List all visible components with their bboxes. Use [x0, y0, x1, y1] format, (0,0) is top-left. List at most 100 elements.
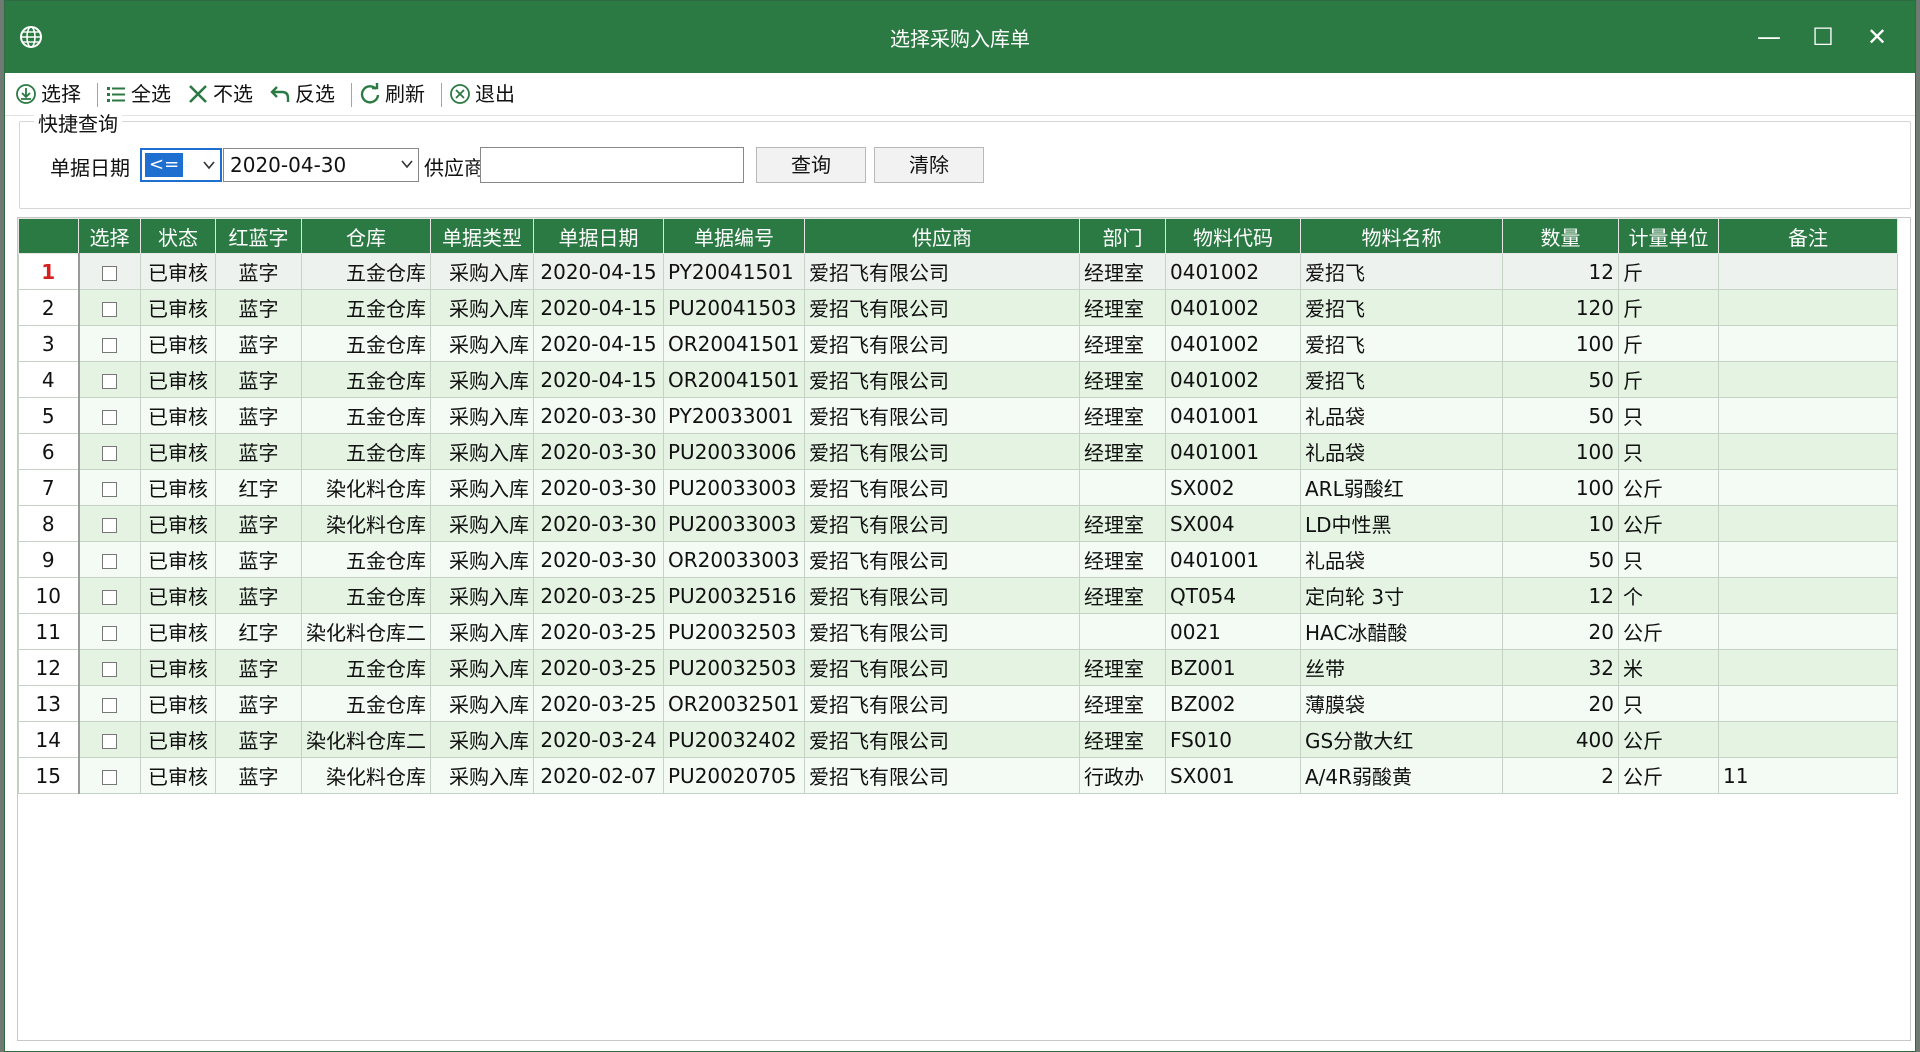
cell-supplier[interactable]: 爱招飞有限公司 — [804, 577, 1080, 614]
cell-qty[interactable]: 12 — [1502, 577, 1619, 614]
exit-button[interactable]: 退出 — [449, 73, 515, 115]
select-cell[interactable] — [78, 577, 141, 614]
cell-item-code[interactable]: 0401002 — [1165, 289, 1301, 326]
cell-date[interactable]: 2020-04-15 — [533, 325, 664, 362]
cell-date[interactable]: 2020-04-15 — [533, 253, 664, 290]
cell-color[interactable]: 蓝字 — [215, 361, 302, 398]
clear-button[interactable]: 清除 — [874, 147, 984, 183]
cell-date[interactable]: 2020-03-30 — [533, 397, 664, 434]
cell-code[interactable]: PU20032503 — [663, 649, 805, 686]
cell-item-name[interactable]: GS分散大红 — [1300, 721, 1503, 758]
invert-button[interactable]: 反选 — [269, 73, 335, 115]
cell-dept[interactable]: 经理室 — [1079, 361, 1166, 398]
cell-supplier[interactable]: 爱招飞有限公司 — [804, 505, 1080, 542]
cell-remark[interactable] — [1718, 721, 1898, 758]
cell-dept[interactable]: 经理室 — [1079, 289, 1166, 326]
cell-warehouse[interactable]: 染化料仓库二 — [301, 721, 431, 758]
column-header[interactable]: 部门 — [1079, 218, 1166, 254]
cell-type[interactable]: 采购入库 — [430, 253, 534, 290]
row-number[interactable]: 8 — [18, 505, 80, 542]
select-cell[interactable] — [78, 325, 141, 362]
cell-unit[interactable]: 斤 — [1618, 253, 1719, 290]
cell-status[interactable]: 已审核 — [140, 433, 216, 470]
cell-item-name[interactable]: 薄膜袋 — [1300, 685, 1503, 722]
cell-code[interactable]: PU20041503 — [663, 289, 805, 326]
cell-dept[interactable]: 经理室 — [1079, 325, 1166, 362]
cell-remark[interactable] — [1718, 325, 1898, 362]
table-row[interactable]: 13 已审核 蓝字 五金仓库 采购入库 2020-03-25 OR20032501 爱招飞有限… — [18, 685, 1898, 722]
cell-type[interactable]: 采购入库 — [430, 649, 534, 686]
cell-unit[interactable]: 斤 — [1618, 361, 1719, 398]
cell-dept[interactable]: 经理室 — [1079, 649, 1166, 686]
cell-item-code[interactable]: 0401002 — [1165, 361, 1301, 398]
cell-code[interactable]: PY20033001 — [663, 397, 805, 434]
cell-remark[interactable] — [1718, 433, 1898, 470]
row-number[interactable]: 3 — [18, 325, 80, 362]
cell-unit[interactable]: 公斤 — [1618, 505, 1719, 542]
cell-item-name[interactable]: HAC冰醋酸 — [1300, 613, 1503, 650]
cell-qty[interactable]: 100 — [1502, 469, 1619, 506]
cell-unit[interactable]: 只 — [1618, 685, 1719, 722]
column-header[interactable]: 红蓝字 — [215, 218, 302, 254]
cell-status[interactable]: 已审核 — [140, 721, 216, 758]
cell-item-code[interactable]: 0401002 — [1165, 253, 1301, 290]
cell-status[interactable]: 已审核 — [140, 361, 216, 398]
select-cell[interactable] — [78, 685, 141, 722]
cell-color[interactable]: 蓝字 — [215, 505, 302, 542]
row-checkbox[interactable] — [102, 517, 118, 533]
row-checkbox[interactable] — [102, 409, 118, 425]
cell-supplier[interactable]: 爱招飞有限公司 — [804, 613, 1080, 650]
table-row[interactable]: 2 已审核 蓝字 五金仓库 采购入库 2020-04-15 PU20041503 爱招飞有限公… — [18, 289, 1898, 326]
table-row[interactable]: 11 已审核 红字 染化料仓库二 采购入库 2020-03-25 PU20032503 爱招飞… — [18, 613, 1898, 650]
select-cell[interactable] — [78, 721, 141, 758]
cell-remark[interactable]: 11 — [1718, 757, 1898, 794]
cell-dept[interactable]: 经理室 — [1079, 397, 1166, 434]
cell-remark[interactable] — [1718, 541, 1898, 578]
cell-date[interactable]: 2020-03-30 — [533, 433, 664, 470]
cell-item-name[interactable]: 爱招飞 — [1300, 253, 1503, 290]
cell-remark[interactable] — [1718, 613, 1898, 650]
row-number[interactable]: 15 — [18, 757, 80, 794]
cell-supplier[interactable]: 爱招飞有限公司 — [804, 397, 1080, 434]
table-row[interactable]: 8 已审核 蓝字 染化料仓库 采购入库 2020-03-30 PU20033003 爱招飞有限… — [18, 505, 1898, 542]
cell-unit[interactable]: 公斤 — [1618, 721, 1719, 758]
cell-qty[interactable]: 120 — [1502, 289, 1619, 326]
cell-remark[interactable] — [1718, 397, 1898, 434]
cell-qty[interactable]: 50 — [1502, 541, 1619, 578]
cell-type[interactable]: 采购入库 — [430, 325, 534, 362]
row-checkbox[interactable] — [102, 373, 118, 389]
cell-type[interactable]: 采购入库 — [430, 469, 534, 506]
cell-color[interactable]: 红字 — [215, 613, 302, 650]
row-checkbox[interactable] — [102, 481, 118, 497]
cell-status[interactable]: 已审核 — [140, 325, 216, 362]
cell-warehouse[interactable]: 染化料仓库 — [301, 757, 431, 794]
row-number[interactable]: 7 — [18, 469, 80, 506]
column-header[interactable]: 物料名称 — [1300, 218, 1503, 254]
select-cell[interactable] — [78, 469, 141, 506]
row-checkbox[interactable] — [102, 697, 118, 713]
cell-item-name[interactable]: 丝带 — [1300, 649, 1503, 686]
select-cell[interactable] — [78, 541, 141, 578]
cell-unit[interactable]: 个 — [1618, 577, 1719, 614]
row-checkbox[interactable] — [102, 337, 118, 353]
minimize-button[interactable]: — — [1745, 15, 1793, 59]
cell-code[interactable]: PU20032503 — [663, 613, 805, 650]
column-header[interactable]: 供应商 — [804, 218, 1080, 254]
cell-code[interactable]: OR20041501 — [663, 361, 805, 398]
cell-qty[interactable]: 12 — [1502, 253, 1619, 290]
cell-status[interactable]: 已审核 — [140, 649, 216, 686]
cell-remark[interactable] — [1718, 361, 1898, 398]
cell-item-code[interactable]: SX001 — [1165, 757, 1301, 794]
row-checkbox[interactable] — [102, 589, 118, 605]
cell-warehouse[interactable]: 五金仓库 — [301, 577, 431, 614]
cell-item-name[interactable]: 礼品袋 — [1300, 397, 1503, 434]
cell-warehouse[interactable]: 五金仓库 — [301, 433, 431, 470]
cell-supplier[interactable]: 爱招飞有限公司 — [804, 541, 1080, 578]
cell-type[interactable]: 采购入库 — [430, 721, 534, 758]
cell-unit[interactable]: 公斤 — [1618, 613, 1719, 650]
cell-type[interactable]: 采购入库 — [430, 613, 534, 650]
column-header[interactable]: 单据日期 — [533, 218, 664, 254]
row-checkbox[interactable] — [102, 445, 118, 461]
cell-warehouse[interactable]: 染化料仓库 — [301, 469, 431, 506]
row-number[interactable]: 1 — [18, 253, 80, 290]
